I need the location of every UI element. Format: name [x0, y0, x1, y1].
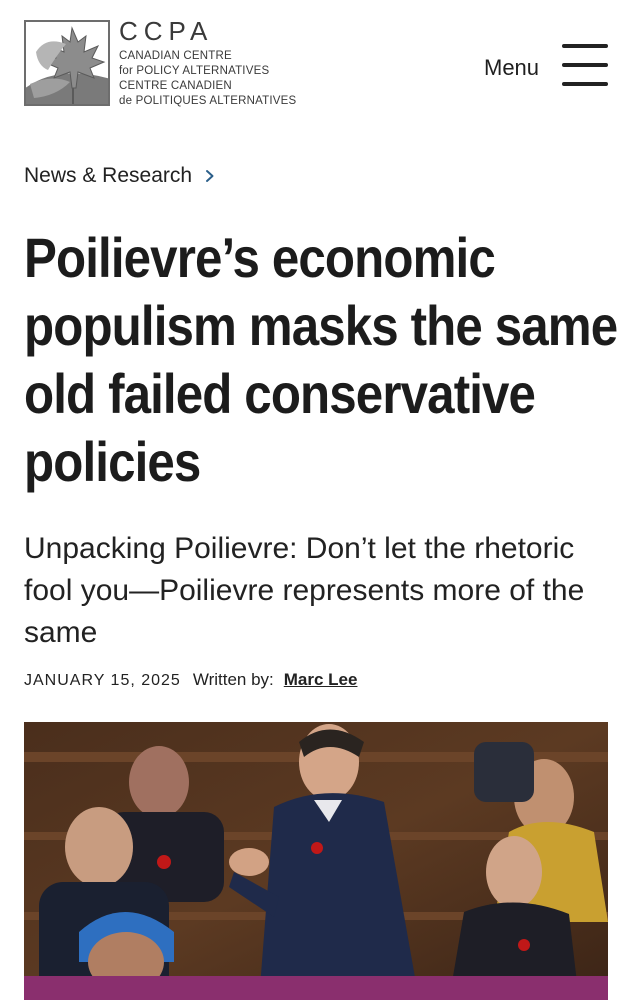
breadcrumb-link-news-research[interactable]: News & Research [24, 164, 192, 188]
brand-name-fr-line1: CENTRE CANADIEN [119, 80, 232, 92]
article-meta: JANUARY 15, 2025 Written by: Marc Lee [24, 670, 357, 690]
hamburger-icon[interactable] [562, 44, 608, 86]
brand-name-fr-line2: de POLITIQUES ALTERNATIVES [119, 95, 297, 107]
article-subtitle: Unpacking Poilievre: Don’t let the rheto… [24, 532, 585, 649]
brand-name-en-line2: for POLICY ALTERNATIVES [119, 65, 270, 77]
chevron-right-icon [206, 170, 214, 182]
ccpa-logo-mark[interactable] [24, 20, 110, 106]
menu-button[interactable]: Menu [484, 48, 539, 88]
maple-leaf-icon [26, 22, 108, 104]
site-header: CCPA CANADIAN CENTRE for POLICY ALTERNAT… [0, 0, 632, 120]
breadcrumb[interactable]: News & Research [24, 164, 218, 188]
brand-name-en-line1: CANADIAN CENTRE [119, 50, 232, 62]
publish-date: JANUARY 15, 2025 [24, 672, 181, 689]
brand-acronym: CCPA [119, 16, 214, 46]
article-title: Poilievre’s economic populism masks the … [24, 226, 618, 493]
hero-photo [24, 722, 608, 1000]
hero-image [24, 722, 608, 1000]
brand-wordmark[interactable]: CCPA CANADIAN CENTRE for POLICY ALTERNAT… [119, 17, 296, 109]
author-link[interactable]: Marc Lee [284, 670, 358, 690]
hero-accent-bar [24, 976, 608, 1000]
menu-label: Menu [484, 55, 540, 80]
written-by-label: Written by: [192, 670, 274, 689]
